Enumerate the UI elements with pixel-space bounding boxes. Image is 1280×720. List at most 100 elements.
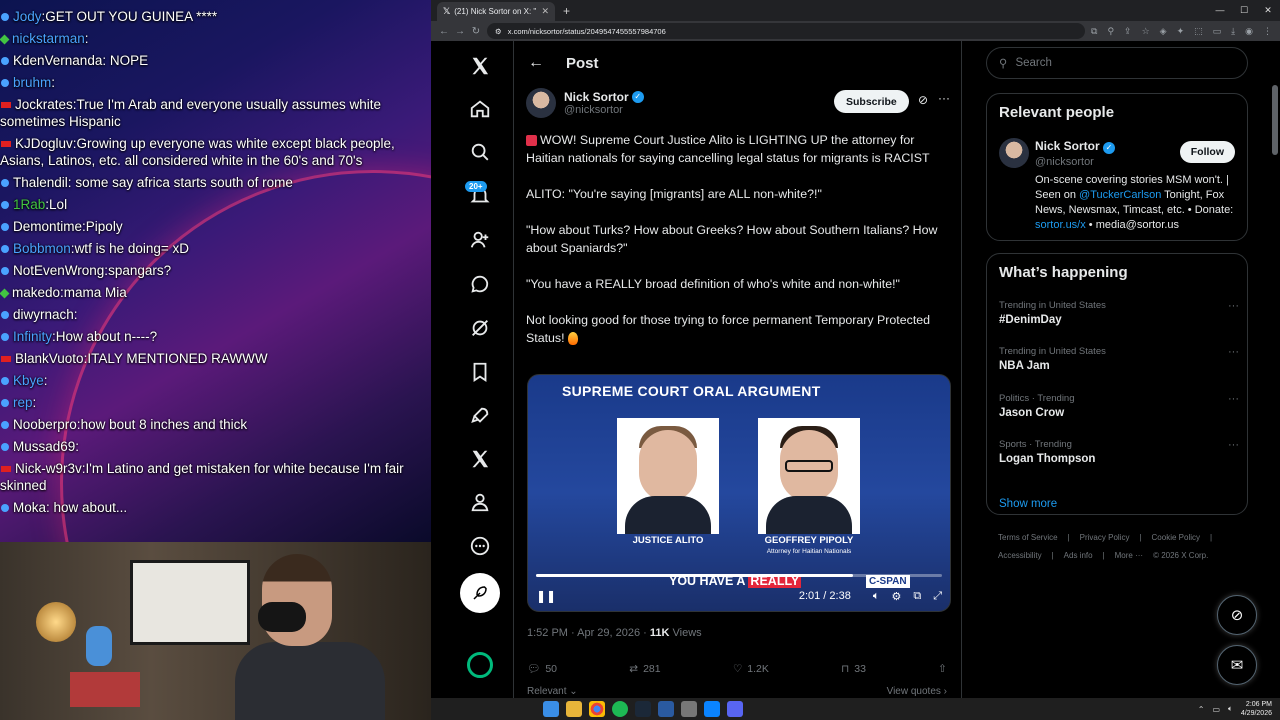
browser-tab[interactable]: 𝕏 (21) Nick Sortor on X: "🚨 WOW ✕ bbox=[437, 2, 555, 21]
spotify-icon[interactable] bbox=[612, 701, 628, 717]
chat-username[interactable]: Bobbmon bbox=[13, 241, 71, 256]
reply-button[interactable]: 💬︎ 50 bbox=[527, 662, 557, 676]
search-input[interactable]: ⚲ Search bbox=[986, 47, 1248, 79]
chat-username[interactable]: Demontime bbox=[13, 219, 82, 234]
chat-username[interactable]: Infinity bbox=[13, 329, 52, 344]
puzzle-icon[interactable]: ⬚ bbox=[1194, 26, 1203, 37]
grok-fab-icon[interactable]: ⊘ bbox=[1217, 595, 1257, 635]
app-icon[interactable] bbox=[727, 701, 743, 717]
start-icon[interactable] bbox=[543, 701, 559, 717]
close-window-icon[interactable]: ✕ bbox=[1256, 0, 1280, 20]
chat-username[interactable]: makedo bbox=[12, 285, 60, 300]
chat-username[interactable]: Jody bbox=[13, 9, 42, 24]
share-button[interactable]: ⇧ bbox=[938, 662, 947, 675]
extension-icon[interactable]: ◈ bbox=[1160, 26, 1167, 37]
share-icon[interactable]: ⇪ bbox=[1124, 26, 1132, 37]
trend-more-icon[interactable]: ··· bbox=[1228, 300, 1239, 312]
more-link[interactable]: More ··· bbox=[1115, 551, 1143, 560]
chat-username[interactable]: rep bbox=[13, 395, 33, 410]
pip-icon[interactable]: ⧉ bbox=[913, 590, 921, 603]
jobs-rocket-icon[interactable] bbox=[461, 397, 499, 435]
more-options-icon[interactable] bbox=[461, 527, 499, 565]
bookmark-button[interactable]: ⊓ 33 bbox=[841, 662, 866, 675]
settings-gear-icon[interactable]: ⚙ bbox=[891, 590, 901, 603]
profile-icon[interactable]: ◉ bbox=[1245, 26, 1253, 37]
grok-icon[interactable] bbox=[461, 309, 499, 347]
chat-username[interactable]: Thalendil bbox=[13, 175, 68, 190]
tucker-link[interactable]: @TuckerCarlson bbox=[1079, 189, 1161, 201]
relevant-person-info[interactable]: Nick Sortor ✓ @nicksortor bbox=[1035, 139, 1116, 168]
compose-post-button[interactable] bbox=[460, 573, 500, 613]
trend-item[interactable]: Politics · Trending Jason Crow ··· bbox=[999, 393, 1239, 419]
privacy-link[interactable]: Privacy Policy bbox=[1080, 533, 1130, 542]
grok-explain-icon[interactable]: ⊘ bbox=[918, 93, 928, 107]
app-icon[interactable] bbox=[704, 701, 720, 717]
back-icon[interactable]: ← bbox=[439, 26, 449, 37]
chat-username[interactable]: KJDogluv bbox=[15, 136, 73, 151]
trend-item[interactable]: Sports · Trending Logan Thompson ··· bbox=[999, 439, 1239, 465]
minimize-icon[interactable]: — bbox=[1208, 0, 1232, 20]
trend-more-icon[interactable]: ··· bbox=[1228, 439, 1239, 451]
post-timestamp[interactable]: 1:52 PM · Apr 29, 2026 · bbox=[527, 627, 650, 639]
chat-username[interactable]: Mussad69 bbox=[13, 439, 75, 454]
url-field[interactable]: ⚙ x.com/nicksortor/status/20495474555579… bbox=[487, 23, 1085, 39]
volume-icon[interactable]: 🔈︎ bbox=[873, 590, 880, 603]
accessibility-link[interactable]: Accessibility bbox=[998, 551, 1042, 560]
chat-username[interactable]: diwyrnach bbox=[13, 307, 74, 322]
chat-username[interactable]: nickstarman bbox=[12, 31, 85, 46]
chat-username[interactable]: Nooberpro bbox=[13, 417, 77, 432]
avatar[interactable] bbox=[999, 138, 1029, 168]
chat-username[interactable]: BlankVuoto bbox=[15, 351, 84, 366]
search-icon[interactable] bbox=[461, 133, 499, 171]
donate-link[interactable]: sortor.us/x bbox=[1035, 219, 1086, 231]
network-icon[interactable]: ▭ bbox=[1212, 705, 1220, 714]
file-explorer-icon[interactable] bbox=[566, 701, 582, 717]
extensions-icon[interactable]: ✦ bbox=[1177, 26, 1185, 37]
zoom-icon[interactable]: ⚲ bbox=[1107, 26, 1114, 37]
follow-icon[interactable] bbox=[461, 221, 499, 259]
cookie-link[interactable]: Cookie Policy bbox=[1152, 533, 1200, 542]
home-icon[interactable] bbox=[461, 90, 499, 128]
trend-more-icon[interactable]: ··· bbox=[1228, 346, 1239, 358]
steam-icon[interactable] bbox=[635, 701, 651, 717]
author-name[interactable]: Nick Sortor bbox=[564, 90, 629, 104]
relevant-sort-dropdown[interactable]: Relevant ⌄ bbox=[527, 686, 578, 697]
bookmark-star-icon[interactable]: ☆ bbox=[1142, 26, 1150, 37]
trend-item[interactable]: Trending in United States NBA Jam ··· bbox=[999, 346, 1239, 372]
chat-username[interactable]: Nick-w9r3v bbox=[15, 461, 82, 476]
new-tab-button[interactable]: + bbox=[563, 4, 570, 18]
chrome-icon[interactable] bbox=[589, 701, 605, 717]
chat-username[interactable]: NotEvenWrong bbox=[13, 263, 104, 278]
x-logo-icon[interactable] bbox=[461, 47, 499, 85]
sidepanel-icon[interactable]: ▭ bbox=[1213, 26, 1222, 37]
repost-button[interactable]: ⇄ 281 bbox=[629, 662, 660, 675]
chat-username[interactable]: bruhm bbox=[13, 75, 51, 90]
chat-username[interactable]: 1Rab bbox=[13, 197, 45, 212]
chat-username[interactable]: Kbye bbox=[13, 373, 44, 388]
close-tab-icon[interactable]: ✕ bbox=[541, 6, 549, 17]
pause-icon[interactable]: ❚❚ bbox=[536, 589, 556, 603]
app-icon[interactable] bbox=[658, 701, 674, 717]
like-button[interactable]: ♡ 1.2K bbox=[733, 662, 769, 675]
follow-button[interactable]: Follow bbox=[1179, 141, 1235, 163]
avatar[interactable] bbox=[526, 88, 556, 118]
ads-info-link[interactable]: Ads info bbox=[1064, 551, 1093, 560]
settings-icon[interactable] bbox=[681, 701, 697, 717]
reload-icon[interactable]: ↻ bbox=[471, 26, 481, 37]
forward-icon[interactable]: → bbox=[455, 26, 465, 37]
grok-account-icon[interactable] bbox=[467, 652, 493, 678]
trend-more-icon[interactable]: ··· bbox=[1228, 393, 1239, 405]
volume-icon[interactable]: 🔈︎ bbox=[1228, 704, 1233, 714]
bookmarks-icon[interactable] bbox=[461, 353, 499, 391]
post-more-icon[interactable]: ··· bbox=[938, 91, 950, 105]
messages-icon[interactable] bbox=[461, 265, 499, 303]
premium-x-icon[interactable] bbox=[461, 440, 499, 478]
menu-icon[interactable]: ⋮ bbox=[1263, 26, 1272, 37]
tray-chevron-icon[interactable]: ⌃ bbox=[1198, 705, 1205, 714]
video-progress-bar[interactable] bbox=[536, 574, 942, 577]
video-player[interactable]: SUPREME COURT ORAL ARGUMENT JUSTICE ALIT… bbox=[527, 374, 951, 612]
post-author[interactable]: Nick Sortor ✓ @nicksortor bbox=[526, 88, 644, 118]
view-quotes-link[interactable]: View quotes › bbox=[887, 686, 947, 697]
fullscreen-icon[interactable]: ⤢ bbox=[933, 590, 942, 603]
back-arrow-icon[interactable]: ← bbox=[528, 54, 544, 72]
